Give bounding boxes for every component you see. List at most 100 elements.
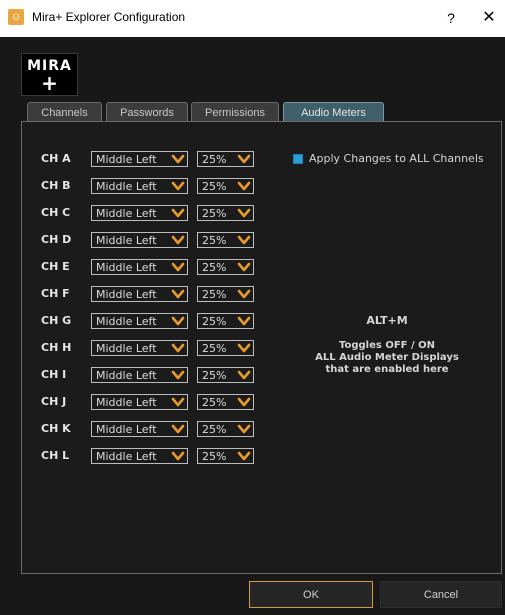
channel-label: CH H	[41, 341, 72, 354]
mira-logo: MIRA +	[21, 53, 78, 96]
size-select[interactable]: 25%	[197, 421, 254, 437]
position-select[interactable]: Middle Left	[91, 232, 188, 248]
apply-all-label[interactable]: Apply Changes to ALL Channels	[309, 152, 484, 165]
position-select[interactable]: Middle Left	[91, 151, 188, 167]
channel-label: CH C	[41, 206, 71, 219]
chevron-down-icon	[171, 287, 185, 301]
position-select[interactable]: Middle Left	[91, 313, 188, 329]
size-select[interactable]: 25%	[197, 232, 254, 248]
close-button[interactable]: ✕	[474, 6, 504, 30]
chevron-down-icon	[171, 449, 185, 463]
channel-label: CH D	[41, 233, 72, 246]
ok-button[interactable]: OK	[249, 581, 373, 608]
size-value: 25%	[202, 261, 227, 274]
size-value: 25%	[202, 369, 227, 382]
chevron-down-icon	[171, 368, 185, 382]
position-value: Middle Left	[96, 261, 157, 274]
chevron-down-icon	[237, 449, 251, 463]
position-select[interactable]: Middle Left	[91, 394, 188, 410]
chevron-down-icon	[237, 260, 251, 274]
apply-all-checkbox[interactable]	[293, 154, 303, 164]
channel-label: CH F	[41, 287, 70, 300]
chevron-down-icon	[171, 422, 185, 436]
chevron-down-icon	[171, 395, 185, 409]
chevron-down-icon	[171, 233, 185, 247]
chevron-down-icon	[237, 179, 251, 193]
channel-label: CH A	[41, 152, 71, 165]
position-select[interactable]: Middle Left	[91, 205, 188, 221]
position-value: Middle Left	[96, 207, 157, 220]
position-select[interactable]: Middle Left	[91, 340, 188, 356]
position-select[interactable]: Middle Left	[91, 421, 188, 437]
help-button[interactable]: ?	[438, 6, 464, 30]
chevron-down-icon	[237, 314, 251, 328]
channel-label: CH G	[41, 314, 72, 327]
dialog-body: MIRA + Channels Passwords Permissions Au…	[0, 37, 505, 615]
position-value: Middle Left	[96, 423, 157, 436]
tab-permissions[interactable]: Permissions	[191, 102, 279, 121]
size-select[interactable]: 25%	[197, 313, 254, 329]
channel-label: CH J	[41, 395, 67, 408]
position-value: Middle Left	[96, 342, 157, 355]
position-select[interactable]: Middle Left	[91, 259, 188, 275]
shortcut-desc-3: that are enabled here	[325, 364, 449, 375]
size-value: 25%	[202, 342, 227, 355]
size-value: 25%	[202, 207, 227, 220]
position-value: Middle Left	[96, 180, 157, 193]
chevron-down-icon	[237, 206, 251, 220]
chevron-down-icon	[237, 395, 251, 409]
tab-audio-meters[interactable]: Audio Meters	[283, 102, 384, 121]
channel-label: CH E	[41, 260, 70, 273]
app-icon: ☺	[8, 9, 24, 25]
size-select[interactable]: 25%	[197, 340, 254, 356]
chevron-down-icon	[171, 314, 185, 328]
channel-label: CH B	[41, 179, 71, 192]
size-value: 25%	[202, 180, 227, 193]
channel-label: CH L	[41, 449, 70, 462]
cancel-button[interactable]: Cancel	[380, 581, 502, 608]
size-value: 25%	[202, 423, 227, 436]
chevron-down-icon	[171, 341, 185, 355]
size-select[interactable]: 25%	[197, 259, 254, 275]
channel-label: CH I	[41, 368, 67, 381]
chevron-down-icon	[171, 260, 185, 274]
tab-passwords[interactable]: Passwords	[106, 102, 188, 121]
size-select[interactable]: 25%	[197, 367, 254, 383]
position-value: Middle Left	[96, 288, 157, 301]
position-select[interactable]: Middle Left	[91, 178, 188, 194]
position-value: Middle Left	[96, 234, 157, 247]
channel-label: CH K	[41, 422, 71, 435]
size-select[interactable]: 25%	[197, 448, 254, 464]
position-select[interactable]: Middle Left	[91, 286, 188, 302]
chevron-down-icon	[237, 287, 251, 301]
size-select[interactable]: 25%	[197, 151, 254, 167]
chevron-down-icon	[171, 179, 185, 193]
chevron-down-icon	[171, 152, 185, 166]
chevron-down-icon	[237, 422, 251, 436]
chevron-down-icon	[237, 233, 251, 247]
position-value: Middle Left	[96, 153, 157, 166]
size-value: 25%	[202, 396, 227, 409]
position-select[interactable]: Middle Left	[91, 367, 188, 383]
window-title: Mira+ Explorer Configuration	[32, 10, 186, 24]
position-value: Middle Left	[96, 396, 157, 409]
size-select[interactable]: 25%	[197, 286, 254, 302]
size-value: 25%	[202, 450, 227, 463]
position-value: Middle Left	[96, 315, 157, 328]
size-value: 25%	[202, 153, 227, 166]
tab-channels[interactable]: Channels	[27, 102, 102, 121]
size-value: 25%	[202, 234, 227, 247]
chevron-down-icon	[237, 368, 251, 382]
position-value: Middle Left	[96, 369, 157, 382]
position-select[interactable]: Middle Left	[91, 448, 188, 464]
size-select[interactable]: 25%	[197, 178, 254, 194]
size-select[interactable]: 25%	[197, 205, 254, 221]
title-bar: ☺ Mira+ Explorer Configuration ? ✕	[0, 0, 505, 37]
position-value: Middle Left	[96, 450, 157, 463]
size-select[interactable]: 25%	[197, 394, 254, 410]
audio-meters-panel: CH A Middle Left 25% CH B Middle Left 25% CH C…	[21, 121, 502, 574]
shortcut-key: ALT+M	[366, 314, 408, 327]
logo-plus: +	[41, 71, 58, 95]
size-value: 25%	[202, 288, 227, 301]
chevron-down-icon	[171, 206, 185, 220]
